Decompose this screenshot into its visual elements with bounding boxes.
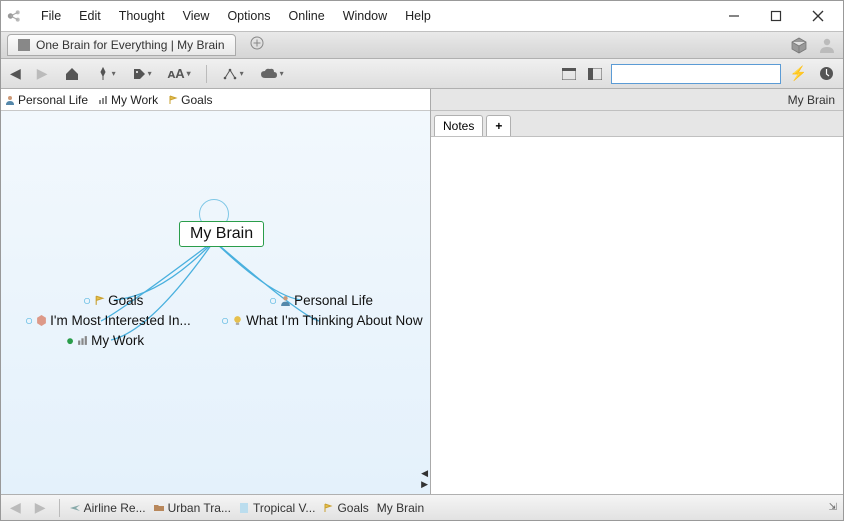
notes-tabs: Notes + [431, 111, 843, 137]
menu-view[interactable]: View [175, 5, 218, 27]
app-logo-icon [5, 6, 25, 26]
plex-pane: Personal Life My Work Goals My Brain ○Go… [1, 89, 431, 494]
menu-help[interactable]: Help [397, 5, 439, 27]
flag-icon [168, 95, 178, 105]
tab-icon [18, 39, 30, 51]
notes-pane: My Brain Notes + [431, 89, 843, 494]
plane-icon [70, 503, 80, 513]
maximize-button[interactable] [755, 3, 797, 29]
notes-header: My Brain [431, 89, 843, 111]
bars-icon [77, 335, 88, 346]
back-button[interactable]: ◀ [7, 63, 24, 84]
brainbox-icon[interactable] [789, 35, 809, 55]
resize-grip-icon[interactable]: ⇲ [829, 502, 837, 513]
pin-my-work[interactable]: My Work [98, 93, 158, 107]
cloud-tool-button[interactable] [257, 65, 287, 83]
forward-button[interactable]: ▶ [34, 63, 51, 84]
menu-window[interactable]: Window [335, 5, 395, 27]
splitter-handle-icon[interactable]: ◀▶ [421, 468, 428, 490]
history-item[interactable]: Tropical V... [239, 501, 315, 515]
menu-edit[interactable]: Edit [71, 5, 109, 27]
tab-add-button[interactable]: + [486, 115, 511, 136]
child-my-work[interactable]: ●My Work [66, 333, 144, 348]
pin-bar: Personal Life My Work Goals [1, 89, 430, 111]
page-icon [239, 503, 249, 513]
bars-icon [98, 95, 108, 105]
history-forward-button[interactable]: ▶ [32, 497, 49, 518]
history-item[interactable]: Airline Re... [70, 501, 146, 515]
person-icon [5, 95, 15, 105]
child-interested[interactable]: ○I'm Most Interested In... [25, 313, 191, 328]
pin-personal-life[interactable]: Personal Life [5, 93, 88, 107]
center-thought[interactable]: My Brain [179, 221, 264, 247]
layout-tool-button[interactable] [219, 65, 247, 83]
child-goals[interactable]: ○Goals [83, 293, 143, 308]
window-controls [713, 3, 839, 29]
child-thinking[interactable]: ○What I'm Thinking About Now [221, 313, 423, 328]
search-input[interactable] [611, 64, 781, 84]
close-button[interactable] [797, 3, 839, 29]
menu-options[interactable]: Options [219, 5, 278, 27]
notes-body[interactable] [431, 137, 843, 494]
history-bar: ◀ ▶ Airline Re... Urban Tra... Tropical … [1, 494, 843, 520]
user-icon[interactable] [817, 35, 837, 55]
folder-icon [154, 503, 164, 513]
history-item[interactable]: My Brain [377, 501, 424, 515]
content-area: Personal Life My Work Goals My Brain ○Go… [1, 89, 843, 494]
hex-icon [36, 315, 47, 326]
add-tab-button[interactable] [244, 36, 270, 55]
panel-toggle-1[interactable] [559, 66, 579, 82]
tab-title: One Brain for Everything | My Brain [36, 38, 225, 52]
bulb-icon [232, 315, 243, 326]
plex-canvas[interactable]: My Brain ○Goals ○Personal Life ○I'm Most… [1, 111, 430, 494]
main-menu: File Edit Thought View Options Online Wi… [33, 5, 439, 27]
child-personal-life[interactable]: ○Personal Life [269, 293, 373, 308]
menu-file[interactable]: File [33, 5, 69, 27]
pin-goals[interactable]: Goals [168, 93, 212, 107]
text-tool-button[interactable]: ᴀA [165, 64, 194, 83]
minimize-button[interactable] [713, 3, 755, 29]
titlebar: File Edit Thought View Options Online Wi… [1, 1, 843, 31]
home-button[interactable] [61, 64, 83, 84]
clock-icon[interactable] [816, 64, 837, 83]
person-icon [280, 295, 291, 306]
menu-online[interactable]: Online [281, 5, 333, 27]
history-item[interactable]: Goals [323, 501, 368, 515]
toolbar: ◀ ▶ ᴀA ⚡ [1, 59, 843, 89]
document-tabbar: One Brain for Everything | My Brain [1, 31, 843, 59]
history-back-button[interactable]: ◀ [7, 497, 24, 518]
instant-activate-icon[interactable]: ⚡ [787, 63, 810, 84]
pin-tool-button[interactable] [93, 65, 119, 83]
flag-icon [94, 295, 105, 306]
tag-tool-button[interactable] [129, 65, 155, 83]
flag-icon [323, 503, 333, 513]
panel-toggle-2[interactable] [585, 66, 605, 82]
brain-tab[interactable]: One Brain for Everything | My Brain [7, 34, 236, 56]
history-item[interactable]: Urban Tra... [154, 501, 231, 515]
tab-notes[interactable]: Notes [434, 115, 483, 136]
menu-thought[interactable]: Thought [111, 5, 173, 27]
